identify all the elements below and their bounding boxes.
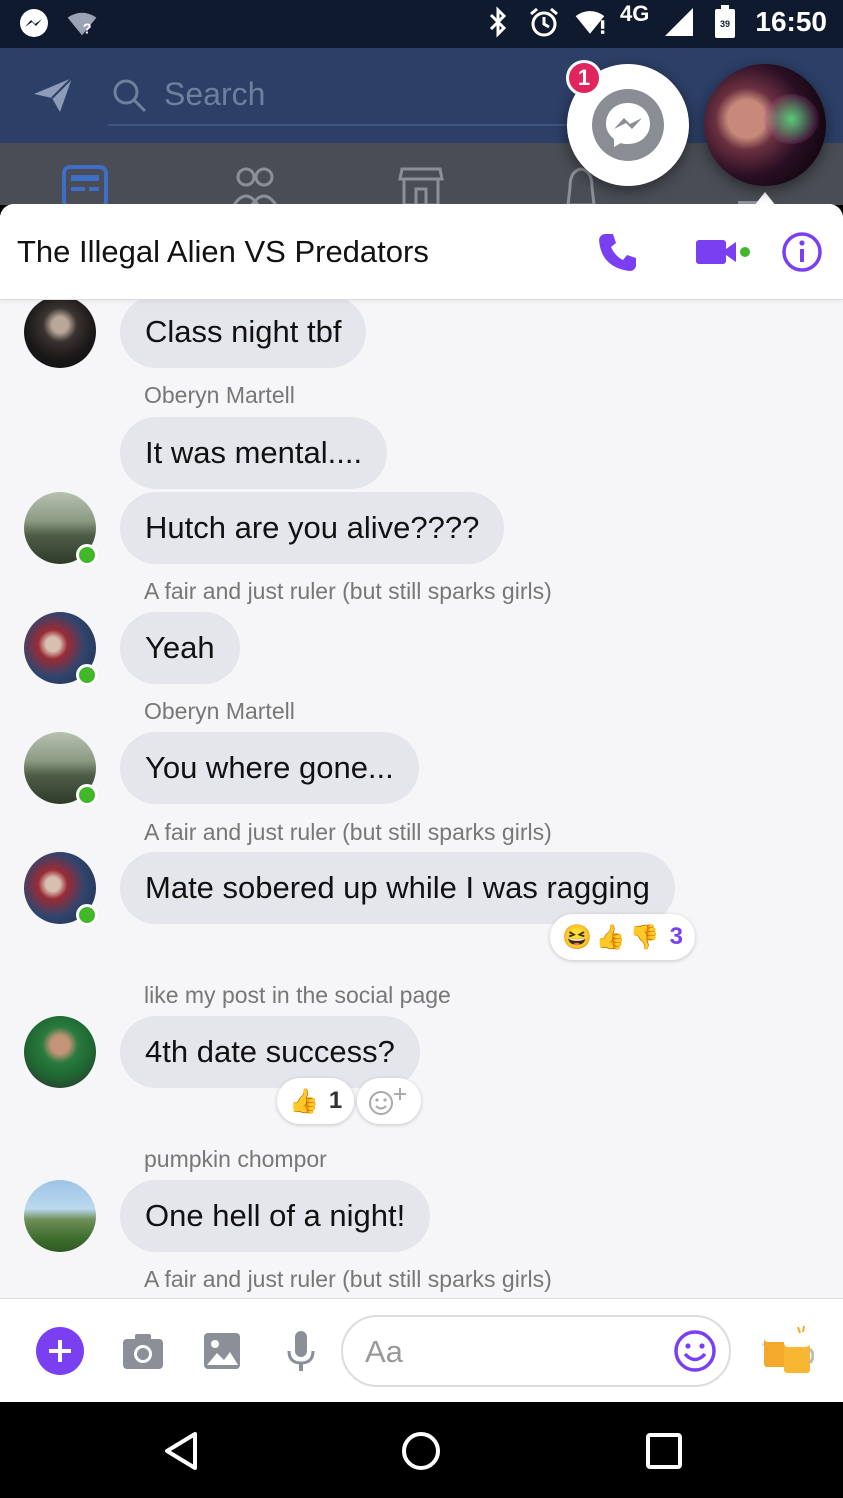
message-input[interactable]	[365, 1331, 665, 1373]
message-bubble[interactable]: 4th date success?	[120, 1016, 420, 1088]
conversation-header: The Illegal Alien VS Predators	[0, 204, 843, 300]
image-icon	[204, 1333, 240, 1369]
message-bubble[interactable]: Hutch are you alive????	[120, 492, 505, 564]
svg-text:?: ?	[83, 22, 92, 38]
video-call-button[interactable]	[694, 228, 754, 276]
message-list[interactable]: Class night tbf Oberyn Martell It was me…	[0, 300, 843, 1298]
sender-name: Oberyn Martell	[144, 382, 295, 408]
background-search-input[interactable]: Search	[164, 76, 265, 113]
bluetooth-icon	[482, 6, 514, 38]
selected-caret-icon	[754, 192, 776, 206]
thumbs-up-emoji-icon: 👍	[289, 1087, 319, 1115]
sender-avatar[interactable]	[24, 1016, 96, 1088]
camera-icon	[123, 1334, 163, 1369]
back-triangle-icon	[165, 1432, 197, 1470]
sender-avatar[interactable]	[24, 1180, 96, 1252]
sender-avatar[interactable]	[24, 300, 96, 368]
thumbs-down-emoji-icon: 👎	[629, 923, 660, 951]
phone-icon	[599, 234, 636, 271]
back-button[interactable]	[159, 1430, 201, 1472]
sender-name: A fair and just ruler (but still sparks …	[144, 819, 552, 845]
message-bubble[interactable]: You where gone...	[120, 732, 419, 804]
add-reaction-icon	[369, 1088, 406, 1115]
conversation-title[interactable]: The Illegal Alien VS Predators	[17, 234, 429, 270]
battery-icon: 39	[709, 5, 741, 38]
alarm-icon	[528, 6, 560, 38]
status-bar: ? 4G 39 16:50	[0, 0, 843, 48]
message-bubble[interactable]: Yeah	[120, 612, 240, 684]
reaction-count: 3	[669, 923, 684, 950]
system-nav-bar	[0, 1402, 843, 1498]
quick-reaction-button[interactable]	[762, 1323, 814, 1377]
video-camera-icon	[696, 240, 750, 264]
sender-name: pumpkin chompor	[144, 1146, 327, 1172]
message-bubble[interactable]: Class night tbf	[120, 300, 367, 368]
microphone-icon	[287, 1331, 315, 1371]
emoji-button[interactable]	[673, 1329, 717, 1373]
messenger-icon	[18, 8, 50, 40]
smiley-icon	[674, 1330, 716, 1372]
conversation-info-button[interactable]	[780, 228, 824, 276]
info-icon	[782, 232, 822, 272]
message-bubble[interactable]: One hell of a night!	[120, 1180, 431, 1252]
active-chat-avatar[interactable]	[704, 64, 826, 186]
online-indicator	[76, 904, 98, 926]
thumbs-up-emoji-icon: 👍	[595, 923, 626, 951]
message-composer	[0, 1298, 843, 1402]
more-actions-button[interactable]	[36, 1327, 84, 1375]
network-type: 4G	[620, 1, 650, 26]
online-indicator	[76, 784, 98, 806]
messenger-logo-icon	[592, 89, 664, 161]
gallery-button[interactable]	[198, 1327, 246, 1375]
home-circle-icon	[402, 1432, 440, 1470]
clock: 16:50	[755, 6, 827, 37]
message-bubble[interactable]: It was mental....	[120, 417, 388, 489]
online-indicator	[76, 544, 98, 566]
sender-name: like my post in the social page	[144, 982, 451, 1008]
wifi-icon	[574, 6, 606, 38]
reaction-count: 1	[328, 1087, 343, 1114]
recents-square-icon	[646, 1433, 682, 1469]
unread-badge: 1	[566, 60, 602, 96]
conversation-panel: The Illegal Alien VS Predators Class nig…	[0, 204, 843, 1402]
plus-icon	[36, 1327, 84, 1375]
sender-name: A fair and just ruler (but still sparks …	[144, 1266, 552, 1292]
signal-icon	[663, 6, 695, 38]
search-underline	[108, 124, 568, 126]
sender-name: A fair and just ruler (but still sparks …	[144, 578, 552, 604]
laughing-emoji-icon: 😆	[562, 923, 592, 951]
beer-mugs-icon	[762, 1325, 814, 1373]
battery-level: 39	[720, 19, 730, 29]
home-button[interactable]	[400, 1430, 442, 1472]
voice-record-button[interactable]	[277, 1327, 325, 1375]
add-reaction-button[interactable]	[357, 1078, 421, 1124]
search-icon	[112, 78, 148, 119]
sender-name: Oberyn Martell	[144, 698, 295, 724]
wifi-question-icon: ?	[66, 8, 98, 40]
paper-plane-icon[interactable]	[32, 76, 74, 119]
message-reactions[interactable]: 👍 1	[277, 1078, 355, 1124]
online-indicator	[76, 664, 98, 686]
camera-button[interactable]	[119, 1327, 167, 1375]
message-reactions[interactable]: 😆 👍 👎 3	[550, 914, 696, 960]
voice-call-button[interactable]	[594, 228, 642, 276]
message-input-container	[341, 1315, 731, 1387]
recents-button[interactable]	[643, 1430, 685, 1472]
